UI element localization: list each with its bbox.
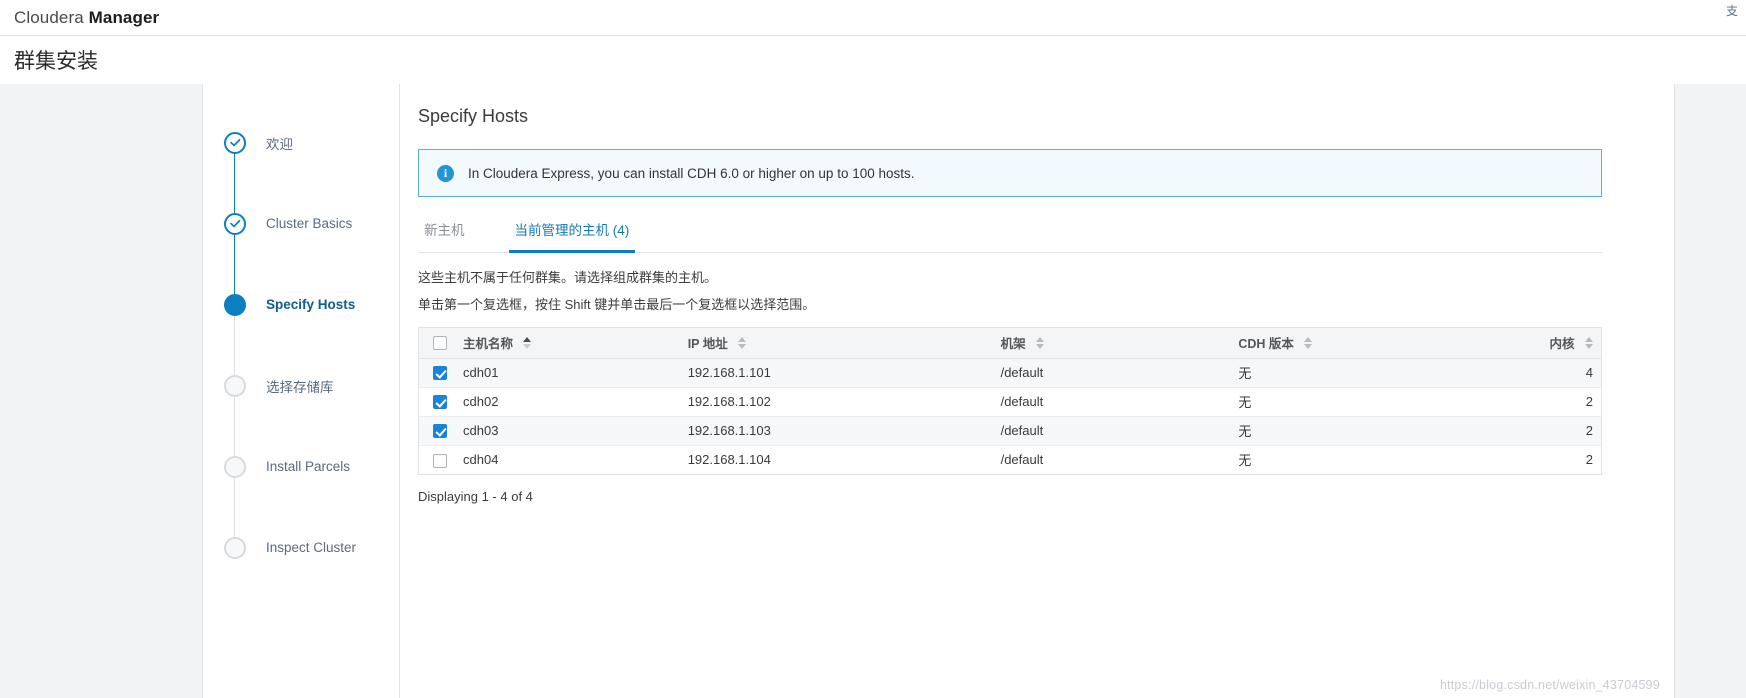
wizard-step-install-parcels[interactable]: Install Parcels [203, 426, 399, 507]
table-row[interactable]: cdh04 192.168.1.104 /default 无 2 [419, 445, 1601, 474]
cell-cores: 2 [1585, 452, 1593, 468]
cell-cores: 4 [1481, 358, 1601, 388]
right-gutter [1674, 84, 1746, 698]
column-label: 主机名称 [463, 337, 514, 352]
hosts-table-container: 主机名称 IP 地址 机架 CDH 版本 内核 cdh01 192.168.1.… [418, 327, 1602, 475]
table-row[interactable]: cdh02 192.168.1.102 /default 无 2 [419, 387, 1601, 417]
select-all-header [419, 328, 455, 359]
hint-line-2: 单击第一个复选框，按住 Shift 键并单击最后一个复选框以选择范围。 [418, 297, 816, 312]
wizard-step-specify-hosts[interactable]: Specify Hosts [203, 264, 399, 345]
watermark: https://blog.csdn.net/weixin_43704599 [1439, 678, 1660, 692]
check-circle-icon [224, 131, 246, 154]
filled-circle-icon [224, 293, 246, 316]
main-content: Specify Hosts i In Cloudera Express, you… [400, 84, 1674, 698]
wizard-step-label: 欢迎 [266, 136, 293, 152]
displaying-count: Displaying 1 - 4 of 4 [418, 489, 533, 504]
sort-icon [1584, 336, 1593, 349]
column-header-cdh-version[interactable]: CDH 版本 [1176, 328, 1481, 359]
column-header-cores[interactable]: 内核 [1481, 328, 1601, 359]
cell-cores: 2 [1481, 416, 1601, 446]
row-select-cell [419, 387, 455, 417]
row-checkbox[interactable] [433, 366, 447, 381]
cell-hostname: cdh02 [455, 387, 634, 417]
wizard-step-label: Specify Hosts [266, 297, 356, 312]
wizard-step-select-repository[interactable]: 选择存储库 [203, 345, 399, 426]
wizard-step-inspect-cluster[interactable]: Inspect Cluster [203, 507, 399, 588]
hint-line-1: 这些主机不属于任何群集。请选择组成群集的主机。 [418, 270, 718, 285]
brand-title: Cloudera Manager [14, 8, 159, 28]
cell-ip: 192.168.1.104 [687, 452, 771, 468]
sort-ascending-icon [523, 336, 532, 349]
page-title-bar: 群集安装 [0, 36, 1746, 84]
empty-circle-icon [224, 536, 246, 559]
wizard-step-label: Install Parcels [266, 459, 351, 474]
info-banner: i In Cloudera Express, you can install C… [418, 149, 1602, 197]
column-label: CDH 版本 [1238, 337, 1294, 352]
cell-rack: /default [1000, 452, 1044, 468]
column-header-hostname[interactable]: 主机名称 [455, 328, 634, 359]
hosts-table-head: 主机名称 IP 地址 机架 CDH 版本 内核 [419, 328, 1601, 359]
host-source-tabs: 新主机 当前管理的主机 (4) [418, 219, 1602, 253]
column-header-rack[interactable]: 机架 [940, 328, 1177, 359]
row-checkbox[interactable] [433, 395, 447, 410]
wizard-steps: 欢迎 Cluster Basics Specify Hosts 选择存储库 In… [203, 84, 400, 698]
empty-circle-icon [224, 374, 246, 397]
column-label: IP 地址 [687, 337, 728, 352]
page-title: 群集安装 [14, 50, 98, 73]
cell-hostname: cdh01 [455, 358, 634, 388]
row-select-cell [419, 358, 455, 388]
step-list: 欢迎 Cluster Basics Specify Hosts 选择存储库 In… [203, 102, 399, 588]
brand-prefix: Cloudera [14, 7, 89, 27]
check-circle-icon [224, 212, 246, 235]
cell-hostname: cdh03 [455, 416, 634, 446]
info-icon: i [437, 164, 454, 182]
cell-cdh-version: 无 [1238, 453, 1252, 469]
wizard-step-label: Cluster Basics [266, 216, 353, 231]
table-row[interactable]: cdh03 192.168.1.103 /default 无 2 [419, 416, 1601, 446]
info-banner-text: In Cloudera Express, you can install CDH… [468, 165, 915, 181]
tab-new-hosts[interactable]: 新主机 [418, 219, 471, 252]
wizard-step-label: Inspect Cluster [266, 540, 357, 555]
sort-icon [1035, 336, 1044, 349]
row-select-cell [419, 445, 455, 474]
cell-cdh-version: 无 [1176, 416, 1481, 446]
row-checkbox[interactable] [433, 453, 447, 468]
hosts-table-body: cdh01 192.168.1.101 /default 无 4 cdh02 1… [419, 358, 1601, 474]
hosts-table: 主机名称 IP 地址 机架 CDH 版本 内核 cdh01 192.168.1.… [419, 328, 1601, 474]
appbar-support-link[interactable]: 支 [1726, 4, 1744, 18]
table-header-row: 主机名称 IP 地址 机架 CDH 版本 内核 [419, 328, 1601, 359]
table-row[interactable]: cdh01 192.168.1.101 /default 无 4 [419, 358, 1601, 388]
cell-cdh-version: 无 [1176, 387, 1481, 417]
cell-cores: 2 [1481, 387, 1601, 417]
cell-rack: /default [940, 416, 1177, 446]
select-all-checkbox[interactable] [433, 336, 447, 351]
empty-circle-icon [224, 455, 246, 478]
cell-rack: /default [940, 387, 1177, 417]
cell-ip: 192.168.1.103 [633, 416, 941, 446]
column-label: 机架 [1000, 337, 1026, 352]
left-gutter [0, 84, 203, 698]
panel-title: Specify Hosts [418, 106, 529, 126]
tab-currently-managed-hosts[interactable]: 当前管理的主机 (4) [508, 219, 636, 253]
page-body: 欢迎 Cluster Basics Specify Hosts 选择存储库 In… [0, 84, 1746, 698]
row-checkbox[interactable] [433, 424, 447, 439]
wizard-step-cluster-basics[interactable]: Cluster Basics [203, 183, 399, 264]
column-header-ip[interactable]: IP 地址 [633, 328, 941, 359]
cell-hostname: cdh04 [463, 452, 499, 468]
app-bar: Cloudera Manager 支 [0, 0, 1746, 36]
row-select-cell [419, 416, 455, 446]
sort-icon [1303, 336, 1312, 349]
wizard-step-welcome[interactable]: 欢迎 [203, 102, 399, 183]
column-label: 内核 [1549, 337, 1575, 352]
sort-icon [737, 336, 746, 349]
brand-strong: Manager [88, 7, 160, 27]
cell-cdh-version: 无 [1176, 358, 1481, 388]
cell-ip: 192.168.1.101 [633, 358, 941, 388]
cell-rack: /default [940, 358, 1177, 388]
cell-ip: 192.168.1.102 [633, 387, 941, 417]
wizard-step-label: 选择存储库 [266, 379, 334, 395]
